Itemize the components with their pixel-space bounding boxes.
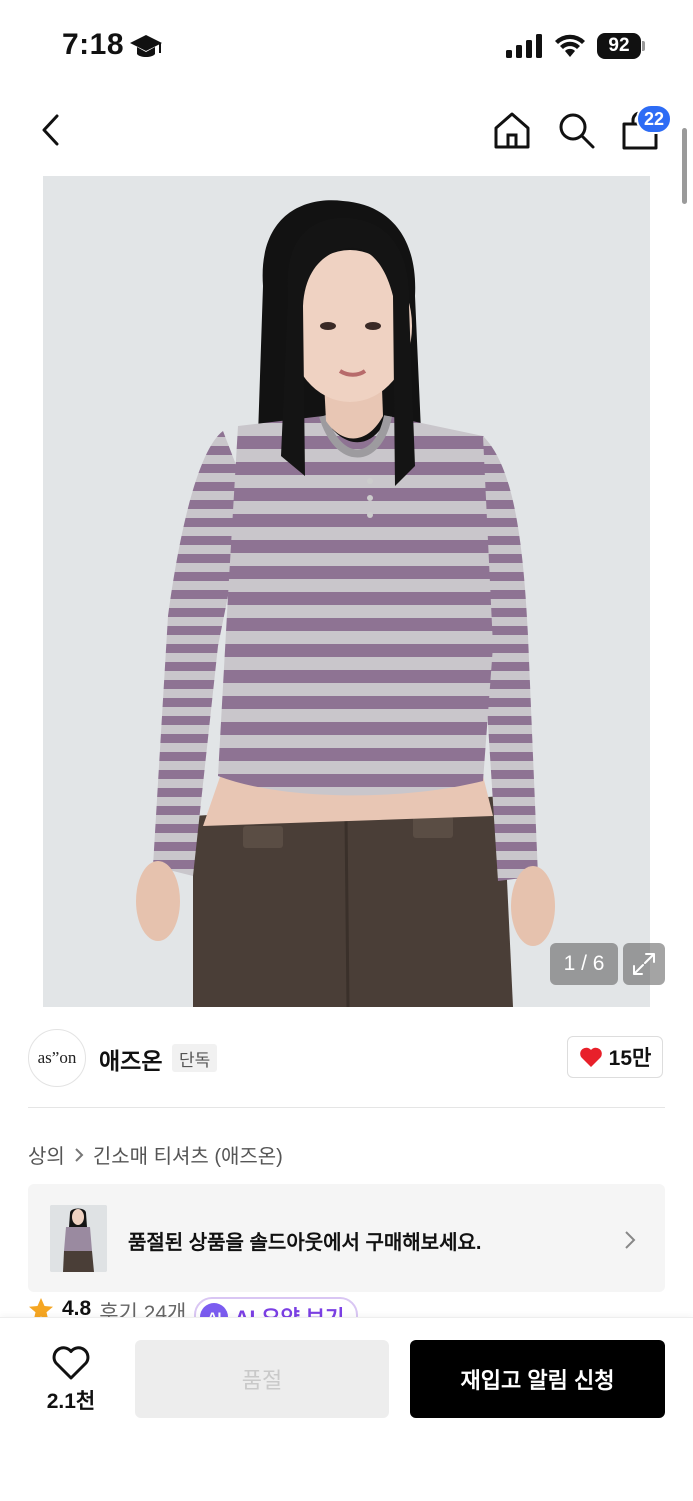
cart-count-badge: 22	[636, 104, 672, 134]
soldout-product-thumbnail	[50, 1205, 107, 1272]
chevron-right-icon	[75, 1147, 84, 1162]
brand-name[interactable]: 애즈온	[99, 1042, 162, 1076]
brand-like-button[interactable]: 15만	[567, 1036, 663, 1078]
restock-alert-button[interactable]: 재입고 알림 신청	[410, 1340, 665, 1418]
soldout-banner-text: 품절된 상품을 솔드아웃에서 구매해보세요.	[128, 1232, 482, 1254]
home-icon[interactable]	[492, 110, 532, 150]
brand-like-count: 15만	[608, 1047, 652, 1070]
heart-filled-icon	[579, 1047, 602, 1067]
brand-logo[interactable]: as”on	[28, 1029, 86, 1087]
status-time: 7:18	[62, 28, 125, 61]
battery-indicator: 92	[597, 33, 641, 59]
graduation-cap-icon	[130, 35, 162, 57]
thumbnail-illustration	[50, 1205, 107, 1272]
chevron-right-icon	[625, 1231, 636, 1249]
breadcrumb-item-category[interactable]: 상의	[28, 1140, 65, 1169]
exclusive-tag: 단독	[172, 1044, 218, 1072]
back-arrow-icon[interactable]	[38, 112, 64, 148]
image-counter: 1 / 6	[550, 943, 618, 985]
heart-outline-icon[interactable]	[51, 1345, 91, 1381]
expand-icon	[633, 953, 655, 975]
expand-image-button[interactable]	[623, 943, 665, 985]
divider	[28, 1107, 665, 1108]
soldout-button[interactable]: 품절	[135, 1340, 389, 1418]
product-image[interactable]	[43, 176, 650, 1007]
scrollbar[interactable]	[682, 128, 687, 204]
wifi-icon	[555, 34, 585, 57]
search-icon[interactable]	[556, 110, 596, 150]
breadcrumb: 상의 긴소매 티셔츠 (애즈온)	[28, 1140, 283, 1169]
battery-nub	[642, 41, 645, 51]
wishlist-count: 2.1천	[46, 1390, 96, 1413]
product-photo-illustration	[43, 176, 650, 1007]
signal-icon	[506, 34, 542, 58]
breadcrumb-item-subcategory[interactable]: 긴소매 티셔츠 (애즈온)	[93, 1140, 283, 1169]
